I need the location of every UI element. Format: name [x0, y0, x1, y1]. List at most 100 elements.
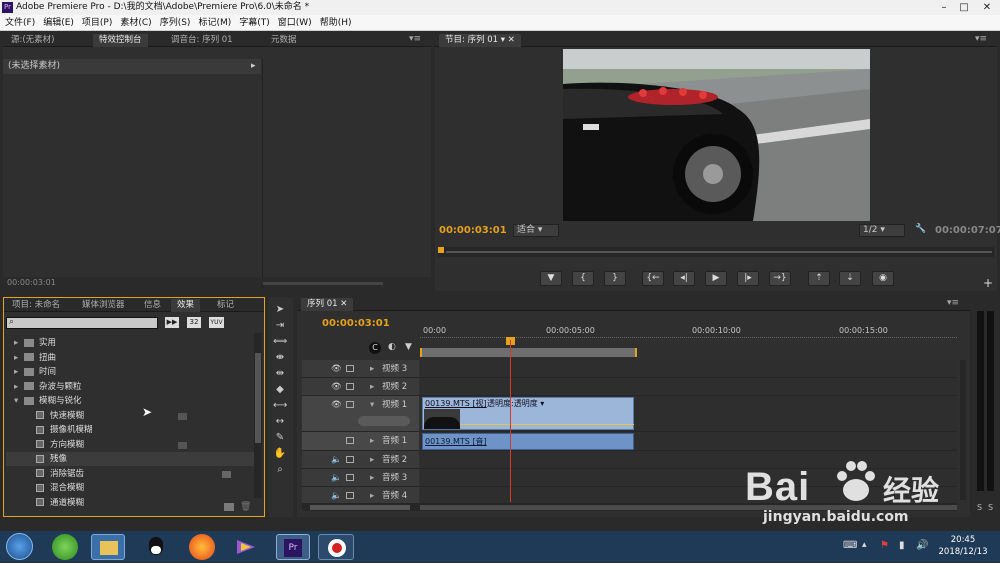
accelerated-effects-icon[interactable]: ▶▶	[165, 317, 179, 328]
track-lock-icon[interactable]	[346, 401, 354, 408]
track-header[interactable]: 🔈 ▸ 音频 4	[302, 487, 419, 504]
tray-flag-icon[interactable]: ⚑	[880, 540, 889, 551]
effects-search-input[interactable]: ⌕	[6, 317, 158, 329]
chevron-right-icon[interactable]: ▸	[370, 360, 374, 378]
chevron-right-icon[interactable]: ▸	[14, 380, 24, 394]
recorder-icon[interactable]	[318, 534, 354, 560]
go-to-out-button[interactable]: →}	[769, 271, 791, 286]
tab-metadata[interactable]: 元数据	[265, 34, 303, 47]
menu-file[interactable]: 文件(F)	[2, 15, 38, 31]
track-lock-icon[interactable]	[346, 383, 354, 390]
wrench-icon[interactable]: 🔧	[915, 224, 926, 234]
start-button[interactable]	[6, 533, 33, 560]
track-header[interactable]: 🔈 ▸ 音频 3	[302, 469, 419, 487]
clock[interactable]: 20:45 2018/12/13	[938, 535, 988, 557]
fit-dropdown[interactable]: 适合 ▾	[513, 224, 559, 237]
menu-sequence[interactable]: 序列(S)	[157, 15, 194, 31]
track-header[interactable]: ▸ 音频 1	[302, 432, 419, 451]
opacity-line[interactable]	[460, 424, 634, 425]
delete-icon[interactable]: 🗑	[240, 502, 251, 512]
tray-expand-icon[interactable]: ▴	[862, 540, 867, 550]
effect-item[interactable]: 混合模糊	[6, 481, 256, 495]
effect-folder[interactable]: ▸ 实用	[6, 336, 256, 350]
menu-help[interactable]: 帮助(H)	[317, 15, 355, 31]
effect-folder[interactable]: ▾ 模糊与锐化	[6, 394, 256, 408]
playhead-marker[interactable]	[438, 247, 444, 253]
slip-tool-icon[interactable]: ⟷	[273, 399, 287, 413]
qq-icon[interactable]	[143, 534, 169, 560]
tray-network-icon[interactable]: ▮	[899, 540, 905, 551]
step-back-button[interactable]: ◂|	[673, 271, 695, 286]
track-header[interactable]: 👁 ▸ 视频 3	[302, 360, 419, 378]
chevron-right-icon[interactable]: ▸	[370, 432, 374, 450]
add-marker-icon[interactable]: ▼	[405, 342, 412, 352]
tab-markers[interactable]: 标记	[211, 299, 240, 312]
work-area-bar[interactable]	[420, 348, 637, 357]
menu-window[interactable]: 窗口(W)	[275, 15, 315, 31]
program-scrubber[interactable]	[438, 247, 994, 257]
export-frame-button[interactable]: ◉	[872, 271, 894, 286]
panel-menu-icon[interactable]: ▾≡	[975, 34, 987, 44]
track-lane[interactable]	[420, 378, 957, 396]
ripple-edit-tool-icon[interactable]: ⟺	[273, 335, 287, 349]
keyframe-navigator[interactable]	[358, 416, 410, 426]
effect-item[interactable]: 摄像机模糊	[6, 423, 256, 437]
track-header[interactable]: 👁 ▾ 视频 1	[302, 396, 419, 432]
hand-tool-icon[interactable]: ✋	[273, 447, 287, 461]
tab-program[interactable]: 节目: 序列 01 ▾ ✕	[439, 34, 521, 47]
play-arrow-icon[interactable]: ▸	[251, 59, 256, 74]
linked-selection-icon[interactable]: ◐	[388, 342, 396, 352]
zoom-slider[interactable]	[263, 282, 383, 285]
effect-folder[interactable]: ▸ 杂波与颗粒	[6, 380, 256, 394]
chevron-right-icon[interactable]: ▸	[370, 451, 374, 469]
track-mute-icon[interactable]: 🔈	[331, 451, 342, 469]
zoom-bar-thumb[interactable]	[310, 505, 410, 510]
selection-tool-icon[interactable]: ➤	[273, 303, 287, 317]
menu-clip[interactable]: 素材(C)	[117, 15, 154, 31]
close-button[interactable]: ✕	[976, 0, 998, 15]
effect-item[interactable]: 消除锯齿	[6, 467, 256, 481]
menu-marker[interactable]: 标记(M)	[195, 15, 234, 31]
chevron-right-icon[interactable]: ▸	[370, 469, 374, 487]
play-button[interactable]: ▶	[705, 271, 727, 286]
32bit-effects-icon[interactable]: 32	[187, 317, 201, 328]
minimize-button[interactable]: –	[934, 0, 954, 15]
track-lock-icon[interactable]	[346, 492, 354, 499]
track-lock-icon[interactable]	[346, 437, 354, 444]
program-current-timecode[interactable]: 00:00:03:01	[439, 225, 507, 236]
time-ruler[interactable]: 00:00 00:00:05:00 00:00:10:00 00:00:15:0…	[420, 323, 957, 359]
effect-item[interactable]: 快速模糊	[6, 409, 256, 423]
track-visibility-icon[interactable]: 👁	[331, 378, 342, 396]
file-explorer-icon[interactable]	[91, 534, 125, 560]
chevron-down-icon[interactable]: ▾	[14, 394, 24, 408]
tray-keyboard-icon[interactable]: ⌨	[843, 540, 857, 551]
tab-sequence[interactable]: 序列 01 ✕	[301, 298, 354, 311]
extract-button[interactable]: ⇣	[839, 271, 861, 286]
tab-effect-controls[interactable]: 特效控制台	[93, 34, 148, 47]
slide-tool-icon[interactable]: ↔	[273, 415, 287, 429]
tab-audio-mixer[interactable]: 调音台: 序列 01	[165, 34, 239, 47]
tab-source[interactable]: 源:(无素材)	[5, 34, 61, 47]
chevron-down-icon[interactable]: ▾	[370, 396, 374, 414]
effects-scrollbar[interactable]	[254, 333, 262, 498]
effect-folder[interactable]: ▸ 时间	[6, 365, 256, 379]
chevron-right-icon[interactable]: ▸	[370, 378, 374, 396]
panel-menu-icon[interactable]: ▾≡	[409, 34, 421, 44]
zoom-tool-icon[interactable]: ⌕	[273, 463, 287, 477]
new-folder-icon[interactable]	[224, 503, 234, 511]
snap-icon[interactable]: C	[369, 342, 381, 354]
chevron-right-icon[interactable]: ▸	[14, 336, 24, 350]
razor-tool-icon[interactable]: ◆	[273, 383, 287, 397]
firefox-icon[interactable]	[189, 534, 215, 560]
track-header[interactable]: 🔈 ▸ 音频 2	[302, 451, 419, 469]
chevron-right-icon[interactable]: ▸	[370, 487, 374, 505]
panel-menu-icon[interactable]: ▾≡	[947, 298, 959, 308]
tray-volume-icon[interactable]: 🔊	[916, 540, 928, 551]
rate-stretch-tool-icon[interactable]: ⇹	[273, 367, 287, 381]
add-button-icon[interactable]: +	[983, 276, 993, 290]
mark-in-button[interactable]: {	[572, 271, 594, 286]
solo-right-button[interactable]: S	[988, 503, 993, 512]
rolling-edit-tool-icon[interactable]: ⇼	[273, 351, 287, 365]
video-clip[interactable]: 00139.MTS [视] 透明度:透明度 ▾	[422, 397, 634, 430]
lift-button[interactable]: ⇡	[808, 271, 830, 286]
